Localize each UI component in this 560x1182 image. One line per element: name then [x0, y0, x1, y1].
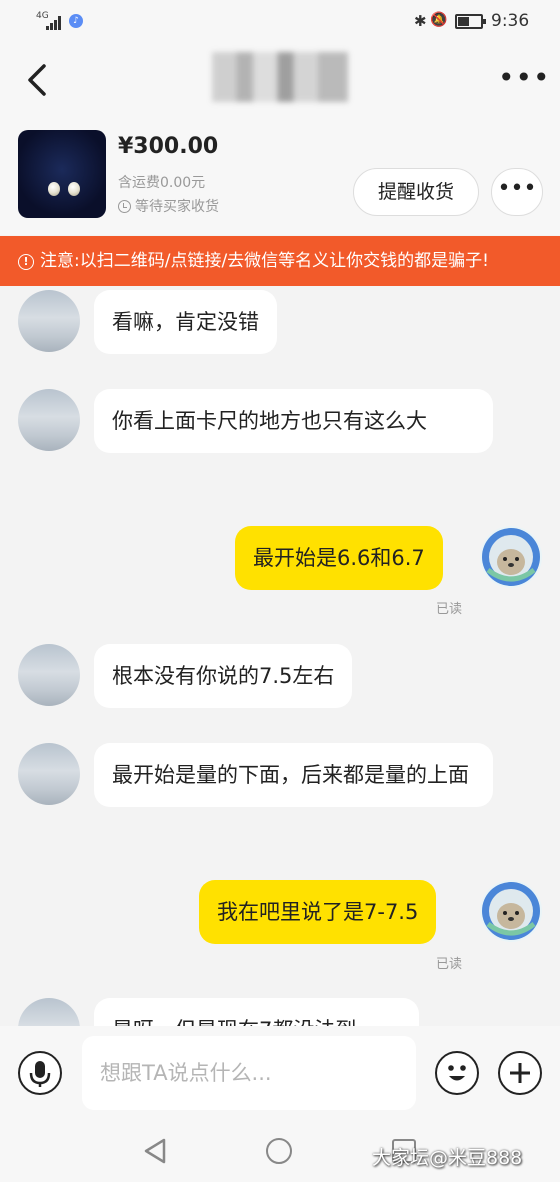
bluetooth-icon: ✱: [414, 12, 427, 30]
order-more-button[interactable]: •••: [491, 168, 543, 216]
message-input[interactable]: 想跟TA说点什么...: [82, 1036, 416, 1110]
message-bubble[interactable]: 最开始是6.6和6.7: [235, 526, 443, 590]
microphone-icon[interactable]: [18, 1051, 62, 1095]
avatar[interactable]: [18, 644, 80, 706]
message-input-bar: 想跟TA说点什么...: [0, 1026, 560, 1120]
avatar[interactable]: [18, 389, 80, 451]
exclamation-icon: !: [18, 254, 34, 270]
plus-icon[interactable]: [498, 1051, 542, 1095]
battery-icon: [455, 14, 486, 29]
watermark: 大家坛@米豆888: [372, 1147, 523, 1169]
back-arrow-icon[interactable]: [24, 60, 54, 100]
clock-icon: [118, 200, 131, 213]
avatar[interactable]: [480, 526, 542, 588]
clock-time: 9:36: [491, 11, 530, 31]
shipping-fee: 含运费0.00元: [118, 175, 206, 191]
fraud-warning-banner: ! 注意:以扫二维码/点链接/去微信等名义让你交钱的都是骗子!: [0, 236, 560, 286]
message-bubble[interactable]: 我在吧里说了是7-7.5: [199, 880, 437, 944]
status-bar: 4G ♪ ✱ 🔕 9:36: [0, 0, 560, 44]
music-app-icon: ♪: [69, 14, 83, 28]
nav-back-icon[interactable]: [140, 1136, 170, 1166]
remind-receipt-button[interactable]: 提醒收货: [353, 168, 479, 216]
mute-icon: 🔕: [430, 12, 448, 28]
product-thumbnail[interactable]: [18, 130, 106, 218]
avatar[interactable]: [18, 290, 80, 352]
avatar[interactable]: [480, 880, 542, 942]
more-dots-icon[interactable]: •••: [498, 64, 550, 92]
order-status: 等待买家收货: [118, 196, 219, 216]
emoji-icon[interactable]: [435, 1051, 479, 1095]
read-receipt: 已读: [436, 602, 463, 617]
warning-text: 注意:以扫二维码/点链接/去微信等名义让你交钱的都是骗子!: [40, 251, 489, 271]
message-bubble[interactable]: 看嘛，肯定没错: [94, 290, 277, 354]
chat-header: •••: [0, 44, 560, 120]
message-bubble[interactable]: 根本没有你说的7.5左右: [94, 644, 353, 708]
product-price: ¥300.00: [118, 134, 219, 159]
signal-icon: [46, 14, 64, 30]
avatar[interactable]: [18, 998, 80, 1026]
message-bubble[interactable]: 最开始是量的下面，后来都是量的上面: [94, 743, 493, 807]
message-list[interactable]: 看嘛，肯定没错 你看上面卡尺的地方也只有这么大 最开始是6.6和6.7 已读 根…: [0, 286, 560, 1026]
message-bubble[interactable]: 你看上面卡尺的地方也只有这么大: [94, 389, 493, 453]
read-receipt: 已读: [436, 957, 463, 972]
contact-name-blurred: [212, 52, 348, 102]
nav-home-icon[interactable]: [266, 1138, 292, 1164]
avatar[interactable]: [18, 743, 80, 805]
message-bubble[interactable]: 是呀，但是现在7都没法到: [94, 998, 419, 1026]
product-card[interactable]: ¥300.00 含运费0.00元 等待买家收货 提醒收货 •••: [0, 120, 560, 235]
order-status-text: 等待买家收货: [135, 199, 219, 215]
system-nav-bar: 大家坛@米豆888: [0, 1120, 560, 1182]
